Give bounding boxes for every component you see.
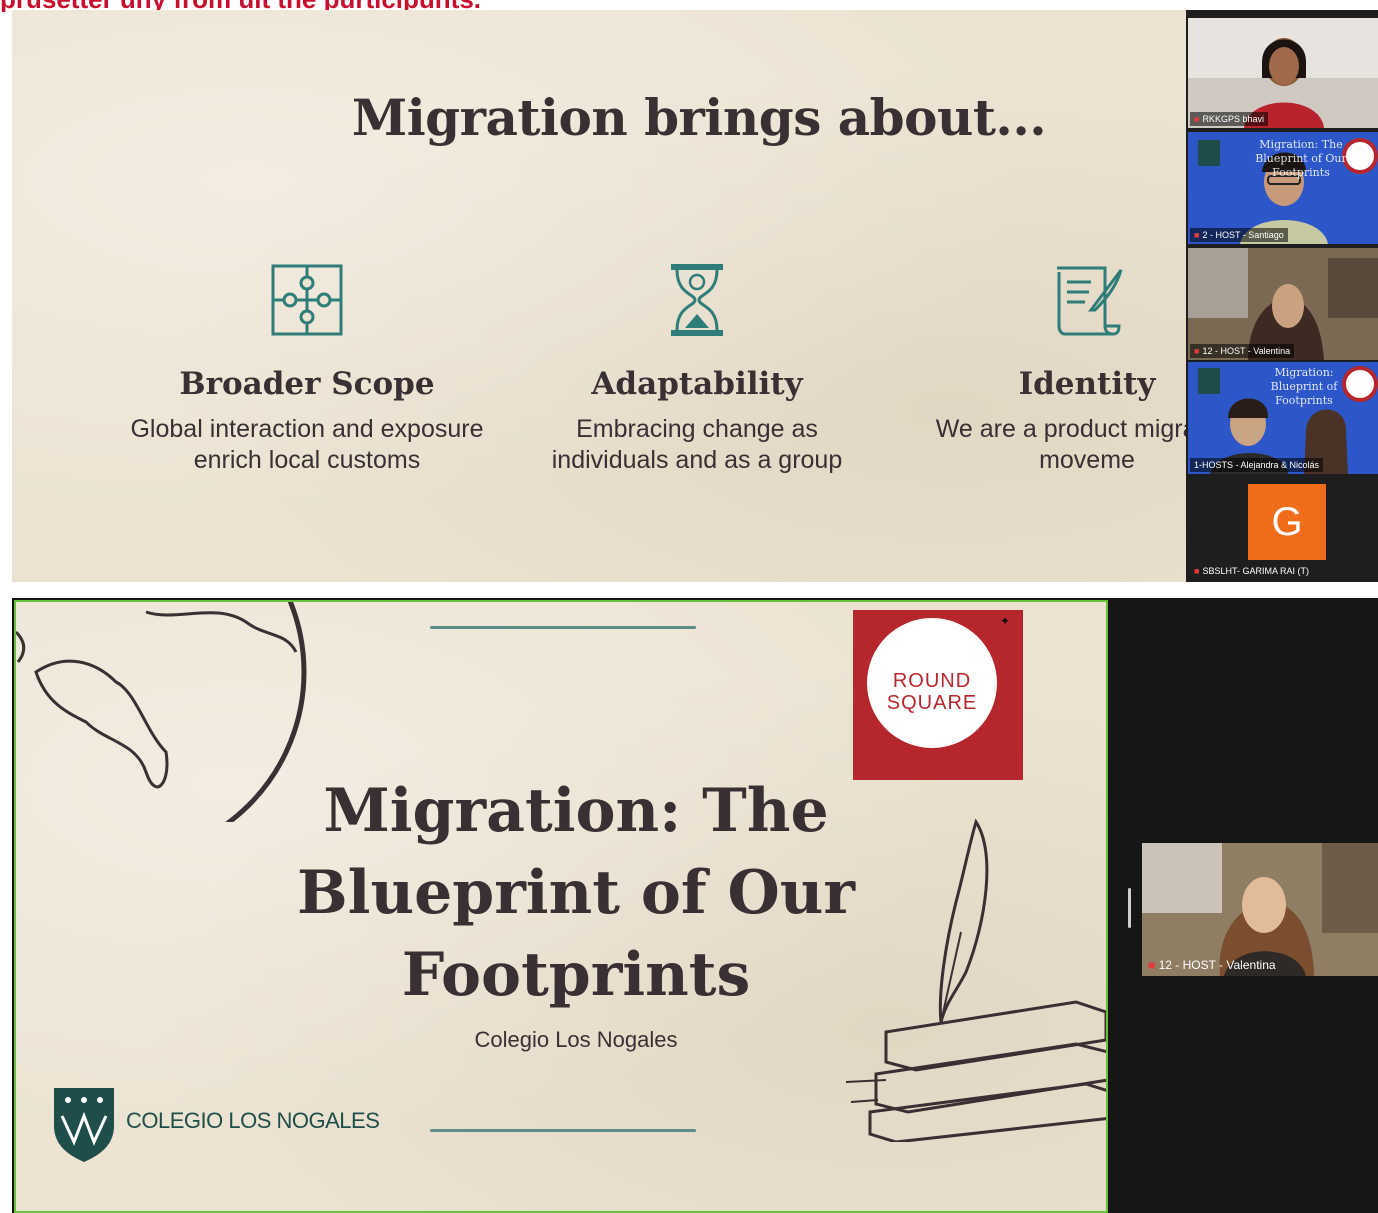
participant-name: ■ 12 - HOST - Valentina <box>1190 344 1295 358</box>
self-view-tile[interactable]: ■ 12 - HOST - Valentina <box>1142 843 1378 976</box>
school-logo: COLEGIO LOS NOGALES <box>52 1086 380 1166</box>
tile-slide-text: Migration: The Blueprint of Our Footprin… <box>1255 138 1347 179</box>
feature-adaptability: Adaptability Embracing change as individ… <box>517 260 877 476</box>
tile-slide-text: Migration: Blueprint of Footprints <box>1270 366 1338 407</box>
slide-title: Migration brings about... <box>351 88 1047 147</box>
mic-icon: ■ <box>1194 230 1200 240</box>
feature-text: We are a product migratory moveme <box>935 415 1186 474</box>
puzzle-icon <box>267 260 347 340</box>
feature-text: Embracing change as individuals and as a… <box>551 415 843 474</box>
feature-heading: Broader Scope <box>179 366 435 402</box>
slide-subtitle: Colegio Los Nogales <box>474 1027 678 1052</box>
hourglass-icon <box>657 260 737 340</box>
feature-heading: Adaptability <box>591 366 803 402</box>
shared-slide-2: ROUND SQUARE Migration: The Blueprint of… <box>14 600 1108 1213</box>
mic-icon: ■ <box>1148 958 1159 972</box>
participant-name: ■ RKKGPS bhavi <box>1190 112 1268 126</box>
mic-icon: ■ <box>1194 114 1200 124</box>
participant-gallery: ■ RKKGPS bhavi Migration: The Blueprint o… <box>1186 10 1378 582</box>
slide-title: Migration: The Blueprint of Our Footprin… <box>296 776 856 1010</box>
books-quill-illustration <box>846 818 1106 1142</box>
participant-name: ■ SBSLHT- GARIMA RAI (T) <box>1194 566 1309 576</box>
school-name: COLEGIO LOS NOGALES <box>126 1108 380 1133</box>
feature-text: Global interaction and exposure enrich l… <box>130 415 484 474</box>
participant-name: ■ 2 - HOST - Santiago <box>1190 228 1288 242</box>
round-square-circle: ROUND SQUARE <box>867 618 997 748</box>
participant-avatar: G <box>1248 484 1326 560</box>
participant-name: 1-HOSTS - Alejandra & Nicolás <box>1190 458 1324 472</box>
participant-tile[interactable]: Migration: Blueprint of Footprints 1-HOS… <box>1188 362 1378 474</box>
participant-tile[interactable]: ■ 12 - HOST - Valentina <box>1188 248 1378 360</box>
decorative-rule <box>430 1129 696 1132</box>
participant-tile[interactable]: G ■ SBSLHT- GARIMA RAI (T) <box>1188 476 1378 580</box>
shared-slide-1: Migration brings about... Broader Scope … <box>12 10 1186 582</box>
panel-resize-handle[interactable] <box>1128 888 1131 928</box>
decorative-rule <box>430 626 696 629</box>
feature-identity: Identity We are a product migratory move… <box>907 260 1186 476</box>
mouse-cursor-icon: ✦ <box>1000 614 1011 628</box>
participant-name: ■ 12 - HOST - Valentina <box>1148 958 1276 972</box>
participant-video <box>1142 843 1378 976</box>
meeting-screenshot-1: Migration brings about... Broader Scope … <box>12 10 1378 582</box>
globe-illustration <box>16 602 307 822</box>
mic-icon: ■ <box>1194 566 1200 576</box>
scroll-quill-icon <box>1047 260 1127 340</box>
participant-tile[interactable]: ■ RKKGPS bhavi <box>1188 18 1378 128</box>
participant-tile[interactable]: Migration: The Blueprint of Our Footprin… <box>1188 132 1378 244</box>
meeting-screenshot-2: ROUND SQUARE Migration: The Blueprint of… <box>12 598 1378 1213</box>
feature-heading: Identity <box>1018 366 1156 402</box>
school-shield-icon <box>54 1088 114 1162</box>
mic-icon: ■ <box>1194 346 1200 356</box>
round-square-logo: ROUND SQUARE <box>853 610 1023 780</box>
round-square-text: ROUND SQUARE <box>886 670 978 714</box>
feature-broader-scope: Broader Scope Global interaction and exp… <box>127 260 487 476</box>
